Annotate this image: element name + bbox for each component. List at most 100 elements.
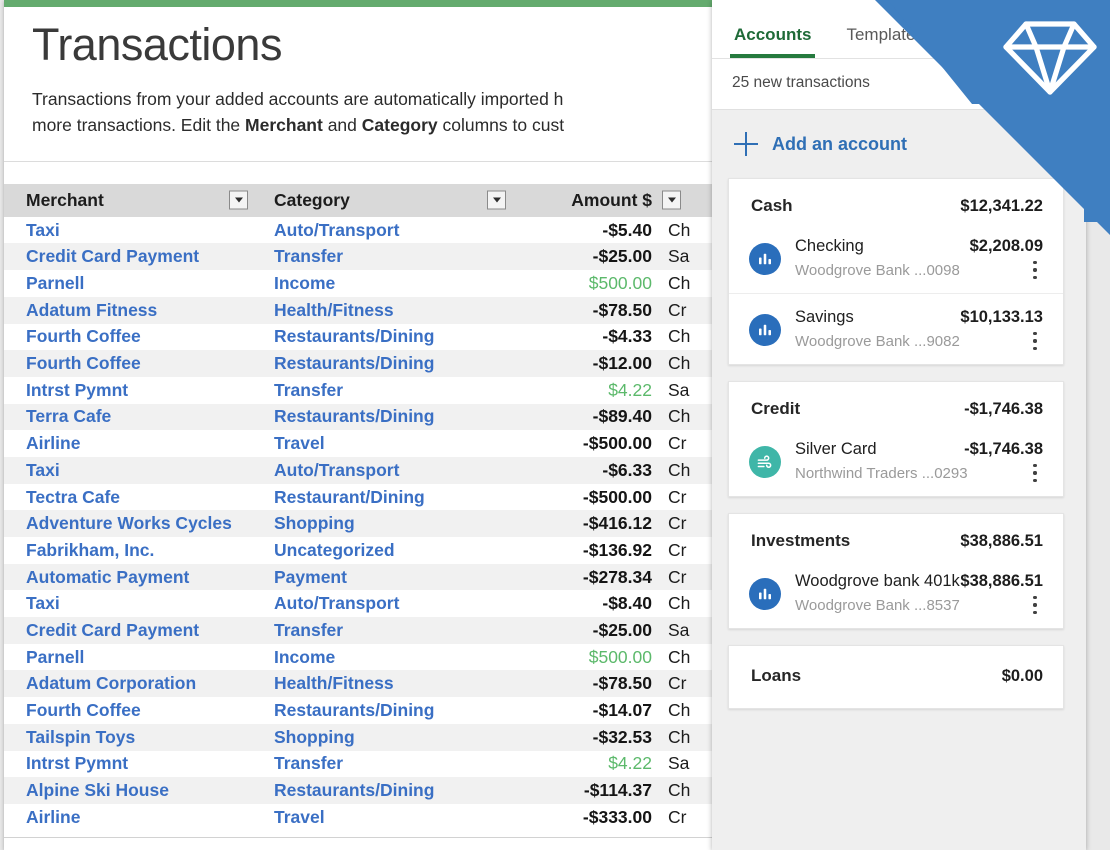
cell-merchant[interactable]: Adatum Fitness: [4, 297, 252, 324]
page-description-line1: Transactions from your added accounts ar…: [32, 89, 563, 109]
cell-amount: -$32.53: [510, 724, 658, 751]
cell-merchant[interactable]: Tailspin Toys: [4, 724, 252, 751]
table-row[interactable]: AirlineTravel-$500.00Cr: [4, 430, 734, 457]
cell-merchant[interactable]: Alpine Ski House: [4, 777, 252, 804]
tab-accounts[interactable]: Accounts: [730, 25, 815, 58]
cell-category[interactable]: Auto/Transport: [252, 217, 510, 244]
account-group-card: Cash$12,341.22Checking$2,208.09Woodgrove…: [728, 178, 1064, 365]
filter-button-amount[interactable]: [662, 191, 681, 210]
cell-category[interactable]: Income: [252, 270, 510, 297]
cell-merchant[interactable]: Parnell: [4, 270, 252, 297]
cell-amount: -$25.00: [510, 617, 658, 644]
cell-category[interactable]: Restaurants/Dining: [252, 697, 510, 724]
account-row[interactable]: Savings$10,133.13Woodgrove Bank ...9082: [729, 293, 1063, 364]
cell-merchant[interactable]: Adatum Corporation: [4, 670, 252, 697]
table-row[interactable]: Tectra CafeRestaurant/Dining-$500.00Cr: [4, 484, 734, 511]
cell-merchant[interactable]: Credit Card Payment: [4, 243, 252, 270]
table-row[interactable]: Fourth CoffeeRestaurants/Dining-$12.00Ch: [4, 350, 734, 377]
table-body: TaxiAuto/Transport-$5.40ChCredit Card Pa…: [4, 217, 734, 831]
add-account-button[interactable]: Add an account: [712, 110, 1086, 178]
table-row[interactable]: Adatum FitnessHealth/Fitness-$78.50Cr: [4, 297, 734, 324]
more-vertical-icon[interactable]: [1027, 332, 1043, 350]
group-total: -$1,746.38: [964, 400, 1043, 419]
cell-merchant[interactable]: Taxi: [4, 590, 252, 617]
cell-category[interactable]: Health/Fitness: [252, 670, 510, 697]
cell-category[interactable]: Travel: [252, 430, 510, 457]
table-row[interactable]: Credit Card PaymentTransfer-$25.00Sa: [4, 243, 734, 270]
cell-category[interactable]: Transfer: [252, 751, 510, 778]
cell-category[interactable]: Uncategorized: [252, 537, 510, 564]
table-row[interactable]: Fabrikham, Inc.Uncategorized-$136.92Cr: [4, 537, 734, 564]
cell-category[interactable]: Auto/Transport: [252, 590, 510, 617]
account-row[interactable]: Woodgrove bank 401k$38,886.51Woodgrove B…: [729, 566, 1063, 628]
filter-button-category[interactable]: [487, 191, 506, 210]
cell-merchant[interactable]: Fourth Coffee: [4, 697, 252, 724]
cell-category[interactable]: Restaurants/Dining: [252, 324, 510, 351]
table-row[interactable]: Adventure Works CyclesShopping-$416.12Cr: [4, 510, 734, 537]
cell-category[interactable]: Income: [252, 644, 510, 671]
cell-category[interactable]: Shopping: [252, 724, 510, 751]
table-row[interactable]: Tailspin ToysShopping-$32.53Ch: [4, 724, 734, 751]
cell-merchant[interactable]: Airline: [4, 804, 252, 831]
table-row[interactable]: ParnellIncome$500.00Ch: [4, 270, 734, 297]
cell-merchant[interactable]: Airline: [4, 430, 252, 457]
cell-amount: -$78.50: [510, 297, 658, 324]
cell-category[interactable]: Transfer: [252, 617, 510, 644]
tab-templates[interactable]: Templates: [842, 25, 927, 58]
table-row[interactable]: Fourth CoffeeRestaurants/Dining-$4.33Ch: [4, 324, 734, 351]
cell-category[interactable]: Restaurants/Dining: [252, 404, 510, 431]
more-vertical-icon[interactable]: [1027, 261, 1043, 279]
table-row[interactable]: Alpine Ski HouseRestaurants/Dining-$114.…: [4, 777, 734, 804]
cell-merchant[interactable]: Parnell: [4, 644, 252, 671]
cell-category[interactable]: Shopping: [252, 510, 510, 537]
cell-amount: -$5.40: [510, 217, 658, 244]
account-details: Savings$10,133.13Woodgrove Bank ...9082: [795, 308, 1043, 350]
cell-category[interactable]: Restaurants/Dining: [252, 350, 510, 377]
cell-category[interactable]: Restaurants/Dining: [252, 777, 510, 804]
chevron-down-icon: [235, 198, 243, 203]
cell-category[interactable]: Payment: [252, 564, 510, 591]
table-row[interactable]: AirlineTravel-$333.00Cr: [4, 804, 734, 831]
table-row[interactable]: Intrst PymntTransfer$4.22Sa: [4, 751, 734, 778]
cell-merchant[interactable]: Credit Card Payment: [4, 617, 252, 644]
cell-category[interactable]: Restaurant/Dining: [252, 484, 510, 511]
table-row[interactable]: Adatum CorporationHealth/Fitness-$78.50C…: [4, 670, 734, 697]
cell-merchant[interactable]: Fourth Coffee: [4, 324, 252, 351]
cell-merchant[interactable]: Taxi: [4, 217, 252, 244]
table-row[interactable]: Fourth CoffeeRestaurants/Dining-$14.07Ch: [4, 697, 734, 724]
cell-category[interactable]: Transfer: [252, 377, 510, 404]
table-row[interactable]: Automatic PaymentPayment-$278.34Cr: [4, 564, 734, 591]
account-details: Woodgrove bank 401k$38,886.51Woodgrove B…: [795, 572, 1043, 614]
cell-merchant[interactable]: Adventure Works Cycles: [4, 510, 252, 537]
table-row[interactable]: Terra CafeRestaurants/Dining-$89.40Ch: [4, 404, 734, 431]
more-vertical-icon[interactable]: [1027, 596, 1043, 614]
cell-merchant[interactable]: Taxi: [4, 457, 252, 484]
account-row[interactable]: Checking$2,208.09Woodgrove Bank ...0098: [729, 231, 1063, 293]
cell-category[interactable]: Travel: [252, 804, 510, 831]
more-vertical-icon[interactable]: [1027, 464, 1043, 482]
sheet-header: Transactions Transactions from your adde…: [4, 7, 734, 157]
cell-merchant[interactable]: Tectra Cafe: [4, 484, 252, 511]
account-row[interactable]: Silver Card-$1,746.38Northwind Traders .…: [729, 434, 1063, 496]
cell-category[interactable]: Health/Fitness: [252, 297, 510, 324]
tab-for-you[interactable]: For you: [955, 25, 1021, 58]
group-total: $0.00: [1002, 667, 1043, 686]
cell-amount: -$500.00: [510, 484, 658, 511]
cell-merchant[interactable]: Intrst Pymnt: [4, 751, 252, 778]
table-row[interactable]: Intrst PymntTransfer$4.22Sa: [4, 377, 734, 404]
account-institution: Woodgrove Bank ...9082: [795, 333, 1043, 350]
filter-button-merchant[interactable]: [229, 191, 248, 210]
cell-merchant[interactable]: Automatic Payment: [4, 564, 252, 591]
cell-category[interactable]: Auto/Transport: [252, 457, 510, 484]
table-row[interactable]: TaxiAuto/Transport-$8.40Ch: [4, 590, 734, 617]
table-row[interactable]: ParnellIncome$500.00Ch: [4, 644, 734, 671]
cell-category[interactable]: Transfer: [252, 243, 510, 270]
table-row[interactable]: TaxiAuto/Transport-$5.40Ch: [4, 217, 734, 244]
table-row[interactable]: TaxiAuto/Transport-$6.33Ch: [4, 457, 734, 484]
group-header: Credit-$1,746.38: [729, 382, 1063, 434]
cell-merchant[interactable]: Fabrikham, Inc.: [4, 537, 252, 564]
cell-merchant[interactable]: Fourth Coffee: [4, 350, 252, 377]
table-row[interactable]: Credit Card PaymentTransfer-$25.00Sa: [4, 617, 734, 644]
cell-merchant[interactable]: Intrst Pymnt: [4, 377, 252, 404]
cell-merchant[interactable]: Terra Cafe: [4, 404, 252, 431]
